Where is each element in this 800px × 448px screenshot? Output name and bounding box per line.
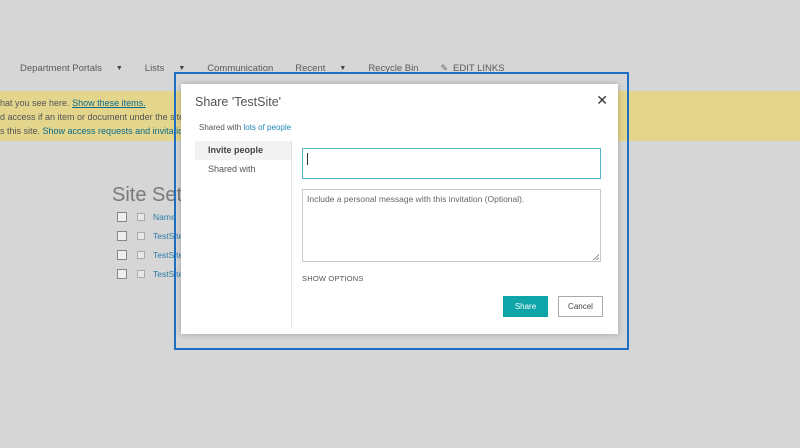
lots-of-people-link[interactable]: lots of people bbox=[243, 123, 291, 132]
banner-text: d access if an item or document under th… bbox=[0, 112, 185, 122]
header-checkbox[interactable] bbox=[137, 213, 145, 221]
message-placeholder: Include a personal message with this inv… bbox=[307, 194, 525, 204]
dropdown-caret-icon: ▼ bbox=[115, 64, 123, 72]
dialog-title: Share 'TestSite' bbox=[195, 95, 282, 109]
access-requests-link[interactable]: Show access requests and invitatio bbox=[43, 126, 184, 136]
cancel-button[interactable]: Cancel bbox=[558, 296, 603, 317]
personal-message-textarea[interactable]: Include a personal message with this inv… bbox=[302, 189, 601, 262]
shared-with-text: Shared with bbox=[199, 123, 242, 132]
nav-item-label: Lists bbox=[144, 62, 165, 74]
nav-item-label: Department Portals bbox=[20, 62, 102, 74]
row-checkbox[interactable] bbox=[117, 250, 127, 260]
dropdown-caret-icon: ▼ bbox=[339, 64, 347, 72]
shared-with-summary: Shared with lots of people bbox=[199, 123, 291, 132]
banner-line-3: s this site. Show access requests and in… bbox=[0, 126, 183, 136]
site-icon bbox=[137, 270, 145, 278]
resize-grip-icon[interactable] bbox=[593, 254, 599, 260]
row-checkbox[interactable] bbox=[117, 231, 127, 241]
banner-line-1: hat you see here. Show these items. bbox=[0, 98, 146, 108]
tab-invite-people[interactable]: Invite people bbox=[195, 141, 291, 160]
tab-shared-with[interactable]: Shared with bbox=[195, 160, 291, 179]
text-cursor bbox=[307, 153, 308, 165]
share-dialog: Share 'TestSite' ✕ Shared with lots of p… bbox=[181, 84, 618, 334]
select-all-checkbox[interactable] bbox=[117, 212, 127, 222]
banner-text: s this site. bbox=[0, 126, 41, 136]
site-icon bbox=[137, 232, 145, 240]
show-items-link[interactable]: Show these items. bbox=[72, 98, 146, 108]
site-icon bbox=[137, 251, 145, 259]
banner-text: hat you see here. bbox=[0, 98, 70, 108]
show-options-link[interactable]: SHOW OPTIONS bbox=[302, 274, 364, 283]
invite-people-input[interactable] bbox=[302, 148, 601, 179]
share-button[interactable]: Share bbox=[503, 296, 548, 317]
row-checkbox[interactable] bbox=[117, 269, 127, 279]
nav-item-department-portals[interactable]: Department Portals ▼ bbox=[20, 63, 123, 74]
dialog-tabs: Invite people Shared with bbox=[195, 141, 292, 329]
close-icon[interactable]: ✕ bbox=[596, 92, 608, 109]
banner-line-2: d access if an item or document under th… bbox=[0, 112, 184, 122]
column-header-name[interactable]: Name bbox=[153, 212, 176, 222]
dropdown-caret-icon: ▼ bbox=[178, 64, 186, 72]
table-header-row: Name bbox=[117, 212, 176, 222]
